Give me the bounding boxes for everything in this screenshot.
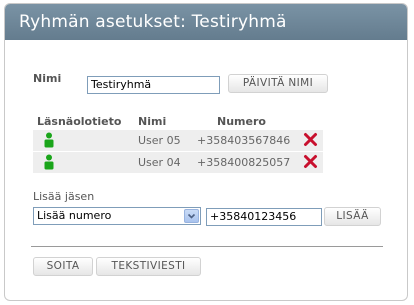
number-column-header: Numero [217, 115, 266, 128]
sms-button[interactable]: TEKSTIVIESTI [96, 257, 201, 276]
delete-x-icon[interactable] [303, 154, 318, 172]
table-row: User 05 +358403567846 [33, 130, 323, 151]
group-settings-dialog: Ryhmän asetukset: Testiryhmä Nimi Testir… [4, 3, 408, 301]
update-name-button[interactable]: PÄIVITÄ NIMI [228, 74, 328, 93]
presence-column-header: Läsnäolotieto [37, 115, 122, 128]
phone-number-input[interactable]: +35840123456 [206, 208, 322, 226]
member-number: +358403567846 [197, 134, 291, 147]
member-number: +358400825057 [197, 156, 291, 169]
table-row: User 04 +358400825057 [33, 152, 323, 173]
group-name-input[interactable]: Testiryhmä [87, 76, 220, 94]
divider [31, 246, 383, 247]
person-online-icon [43, 154, 55, 173]
person-online-icon [43, 132, 55, 151]
name-column-header: Nimi [138, 115, 167, 128]
member-name: User 04 [138, 156, 181, 169]
member-name: User 05 [138, 134, 181, 147]
add-method-selected-value: Lisää numero [37, 209, 112, 222]
dialog-title: Ryhmän asetukset: Testiryhmä [5, 4, 407, 40]
add-member-label: Lisää jäsen [33, 190, 95, 203]
delete-x-icon[interactable] [303, 132, 318, 150]
name-label: Nimi [33, 72, 62, 85]
add-member-button[interactable]: LISÄÄ [324, 207, 381, 226]
call-button[interactable]: SOITA [33, 257, 93, 276]
chevron-down-icon[interactable] [184, 209, 199, 223]
add-method-select[interactable]: Lisää numero [33, 207, 201, 225]
